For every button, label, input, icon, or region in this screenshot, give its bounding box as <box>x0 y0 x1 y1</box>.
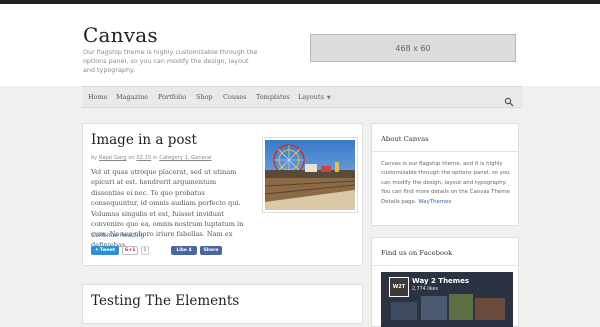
facebook-widget: Find us on Facebook W2T Way 2 Themes 2,7… <box>371 237 519 327</box>
google-plus-button[interactable]: G+1 <box>122 245 138 255</box>
primary-nav: Home Magazine Portfolio Shop Couses Temp… <box>82 86 522 108</box>
facebook-share-button[interactable]: Share <box>200 245 222 255</box>
tweet-button[interactable]: ✦ Tweet <box>91 245 119 255</box>
site-title[interactable]: Canvas <box>83 23 158 47</box>
post-title[interactable]: Testing The Elements <box>91 293 239 309</box>
meta-on: on <box>128 155 135 161</box>
nav-item-portfolio[interactable]: Portfolio <box>158 93 186 101</box>
meta-author[interactable]: Rajat Garg <box>99 155 127 161</box>
nav-item-home[interactable]: Home <box>88 93 108 101</box>
widget-title: Find us on Facebook <box>381 249 453 257</box>
nav-item-layouts-label: Layouts <box>298 93 324 101</box>
about-link[interactable]: WayThemes <box>418 199 451 205</box>
nav-item-templates[interactable]: Templates <box>256 93 290 101</box>
share-buttons: ✦ Tweet G+1 1 Like 4 Share <box>91 245 222 255</box>
widget-title: About Canvas <box>381 135 429 143</box>
google-plus-count: 1 <box>141 245 149 255</box>
about-text: Canvas is our flagship theme, and it is … <box>381 160 515 207</box>
tweet-label: Tweet <box>99 247 116 253</box>
meta-by: by <box>91 155 98 161</box>
post-thumbnail[interactable] <box>263 138 357 212</box>
nav-item-magazine[interactable]: Magazine <box>116 93 148 101</box>
facebook-page-plugin[interactable]: W2T Way 2 Themes 2,774 likes <box>381 272 513 327</box>
continue-reading-link[interactable]: Continue Reading <box>91 232 144 239</box>
meta-date: 02.15 <box>136 155 152 161</box>
nav-item-layouts[interactable]: Layouts ▼ <box>298 93 331 101</box>
site-header: Canvas Our flagship theme is highly cust… <box>0 4 600 86</box>
divider <box>372 151 518 152</box>
divider <box>372 265 518 266</box>
page-name[interactable]: Way 2 Themes <box>412 277 469 285</box>
facebook-like-button[interactable]: Like 4 <box>171 245 197 255</box>
site-tagline: Our flagship theme is highly customizabl… <box>83 48 258 74</box>
page-likes: 2,774 likes <box>412 287 438 292</box>
ad-banner-label: 468 x 60 <box>395 43 431 53</box>
caret-down-icon: ▼ <box>326 95 331 101</box>
facebook-like-label: Like 4 <box>176 247 192 253</box>
post-card: Testing The Elements <box>82 284 363 324</box>
meta-in: in <box>152 155 158 161</box>
search-icon[interactable] <box>504 92 514 107</box>
nav-item-shop[interactable]: Shop <box>196 93 213 101</box>
ad-banner[interactable]: 468 x 60 <box>310 34 516 62</box>
post-title[interactable]: Image in a post <box>91 132 197 148</box>
meta-category[interactable]: Category 1, General <box>159 155 211 161</box>
post-meta: by Rajat Garg on 02.15 in Category 1, Ge… <box>91 155 212 161</box>
nav-item-couses[interactable]: Couses <box>223 93 247 101</box>
page-avatar: W2T <box>389 277 409 297</box>
about-widget: About Canvas Canvas is our flagship them… <box>371 123 519 226</box>
post-card: Image in a post by Rajat Garg on 02.15 i… <box>82 123 363 266</box>
twitter-icon: ✦ <box>94 247 99 253</box>
